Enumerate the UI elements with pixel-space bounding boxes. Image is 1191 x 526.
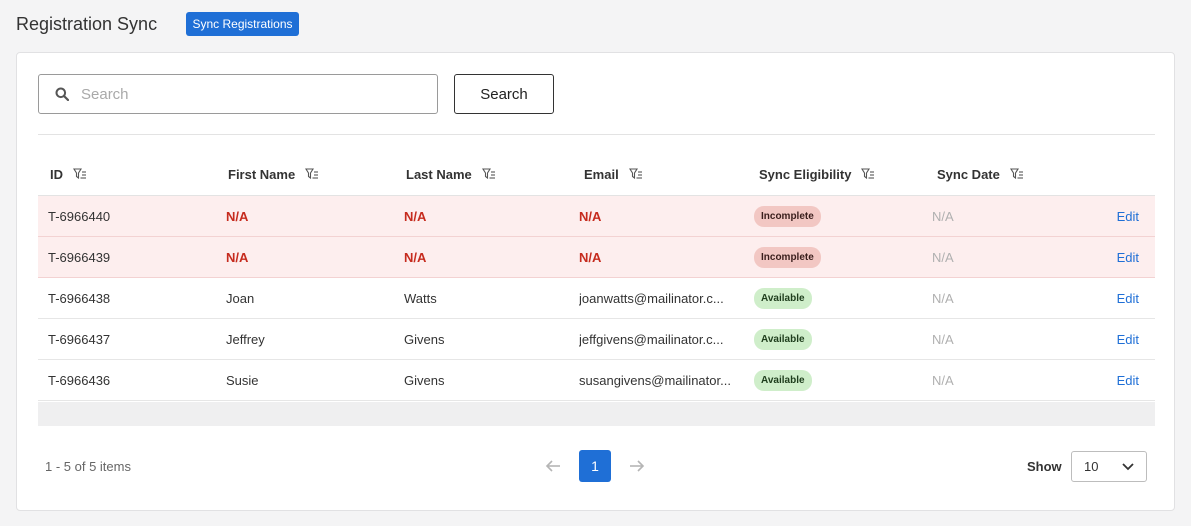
column-header-sync-eligibility[interactable]: Sync Eligibility (750, 167, 928, 182)
cell-actions: Edit (1088, 209, 1155, 224)
cell-sync-eligibility: Available (750, 287, 928, 309)
cell-actions: Edit (1088, 332, 1155, 347)
table-row[interactable]: T-6966439 N/A N/A N/A Incomplete N/A Edi… (38, 237, 1155, 278)
cell-first-name: N/A (226, 249, 249, 265)
filter-icon[interactable] (73, 168, 87, 180)
edit-link[interactable]: Edit (1117, 332, 1139, 347)
cell-sync-date: N/A (932, 249, 954, 265)
table-row[interactable]: T-6966436 Susie Givens susangivens@maili… (38, 360, 1155, 401)
status-badge: Incomplete (754, 205, 821, 227)
prev-page-button[interactable] (543, 456, 563, 476)
page-title: Registration Sync (16, 14, 158, 34)
cell-sync-date: N/A (932, 331, 954, 347)
filter-icon[interactable] (305, 168, 319, 180)
email-text: joanwatts@mailinator.c... (579, 290, 724, 306)
cell-last-name: Givens (404, 331, 445, 347)
column-header-first-name[interactable]: First Name (216, 167, 394, 182)
status-badge: Available (754, 369, 812, 391)
search-input[interactable] (81, 85, 381, 103)
cell-last-name: Watts (404, 290, 437, 306)
column-header-sync-date[interactable]: Sync Date (928, 167, 1088, 182)
column-label: First Name (228, 166, 296, 182)
cell-email: N/A (579, 249, 602, 265)
cell-sync-eligibility: Incomplete (750, 205, 928, 227)
arrow-right-icon (630, 460, 645, 472)
table-header: ID First Name Last Name Email Sync Eligi… (38, 153, 1155, 196)
cell-first-name: Jeffrey (226, 331, 265, 347)
column-label: Sync Eligibility (759, 166, 852, 182)
divider (38, 134, 1155, 135)
page-size-value: 10 (1084, 459, 1099, 474)
edit-link[interactable]: Edit (1117, 373, 1139, 388)
email-text: jeffgivens@mailinator.c... (579, 331, 724, 347)
edit-link[interactable]: Edit (1117, 250, 1139, 265)
table-row[interactable]: T-6966438 Joan Watts joanwatts@mailinato… (38, 278, 1155, 319)
search-icon (55, 87, 69, 101)
arrow-left-icon (545, 460, 560, 472)
filter-icon[interactable] (861, 168, 875, 180)
registrations-table: ID First Name Last Name Email Sync Eligi… (38, 153, 1155, 401)
cell-last-name: N/A (404, 249, 427, 265)
email-text: susangivens@mailinator... (579, 372, 731, 388)
items-count: 1 - 5 of 5 items (45, 459, 131, 474)
filter-icon[interactable] (481, 168, 496, 180)
edit-link[interactable]: Edit (1117, 209, 1139, 224)
cell-first-name: Joan (226, 290, 255, 306)
cell-sync-eligibility: Available (750, 328, 928, 350)
edit-link[interactable]: Edit (1117, 291, 1139, 306)
search-button[interactable]: Search (454, 74, 554, 114)
table-row[interactable]: T-6966440 N/A N/A N/A Incomplete N/A Edi… (38, 196, 1155, 237)
cell-sync-eligibility: Incomplete (750, 246, 928, 268)
filter-icon[interactable] (628, 168, 643, 180)
cell-sync-eligibility: Available (750, 369, 928, 391)
cell-first-name: Susie (226, 372, 259, 388)
cell-id: T-6966439 (48, 249, 111, 265)
column-label: ID (50, 166, 63, 182)
cell-last-name: Givens (404, 372, 445, 388)
pagination: 1 (543, 450, 647, 482)
cell-email: susangivens@mailinator... (572, 373, 750, 388)
cell-id: T-6966437 (48, 331, 111, 347)
cell-actions: Edit (1088, 373, 1155, 388)
cell-id: T-6966438 (48, 290, 111, 306)
cell-email: N/A (579, 208, 602, 224)
chevron-down-icon (1122, 462, 1134, 470)
cell-sync-date: N/A (932, 290, 954, 306)
column-header-last-name[interactable]: Last Name (394, 167, 572, 182)
cell-email: joanwatts@mailinator.c... (572, 291, 750, 306)
cell-sync-date: N/A (932, 372, 954, 388)
registrations-card: Search ID First Name Last Name Email Syn… (16, 52, 1175, 511)
filter-icon[interactable] (1009, 168, 1024, 180)
column-label: Sync Date (937, 166, 1000, 182)
cell-email: jeffgivens@mailinator.c... (572, 332, 750, 347)
status-badge: Available (754, 328, 812, 350)
search-field[interactable] (38, 74, 438, 114)
cell-actions: Edit (1088, 291, 1155, 306)
cell-actions: Edit (1088, 250, 1155, 265)
cell-sync-date: N/A (932, 208, 954, 224)
cell-first-name: N/A (226, 208, 249, 224)
status-badge: Incomplete (754, 246, 821, 268)
next-page-button[interactable] (627, 456, 647, 476)
status-badge: Available (754, 287, 812, 309)
table-footer-band (38, 402, 1155, 426)
table-row[interactable]: T-6966437 Jeffrey Givens jeffgivens@mail… (38, 319, 1155, 360)
column-header-email[interactable]: Email (572, 167, 750, 182)
page-size-select[interactable]: 10 (1071, 451, 1147, 482)
page-size-label: Show (1027, 459, 1062, 474)
cell-id: T-6966440 (48, 208, 111, 224)
cell-id: T-6966436 (48, 372, 111, 388)
cell-last-name: N/A (404, 208, 427, 224)
column-label: Email (584, 166, 619, 182)
sync-registrations-button[interactable]: Sync Registrations (186, 12, 299, 36)
page-button-1[interactable]: 1 (579, 450, 611, 482)
column-header-id[interactable]: ID (38, 167, 216, 182)
column-label: Last Name (406, 166, 472, 182)
